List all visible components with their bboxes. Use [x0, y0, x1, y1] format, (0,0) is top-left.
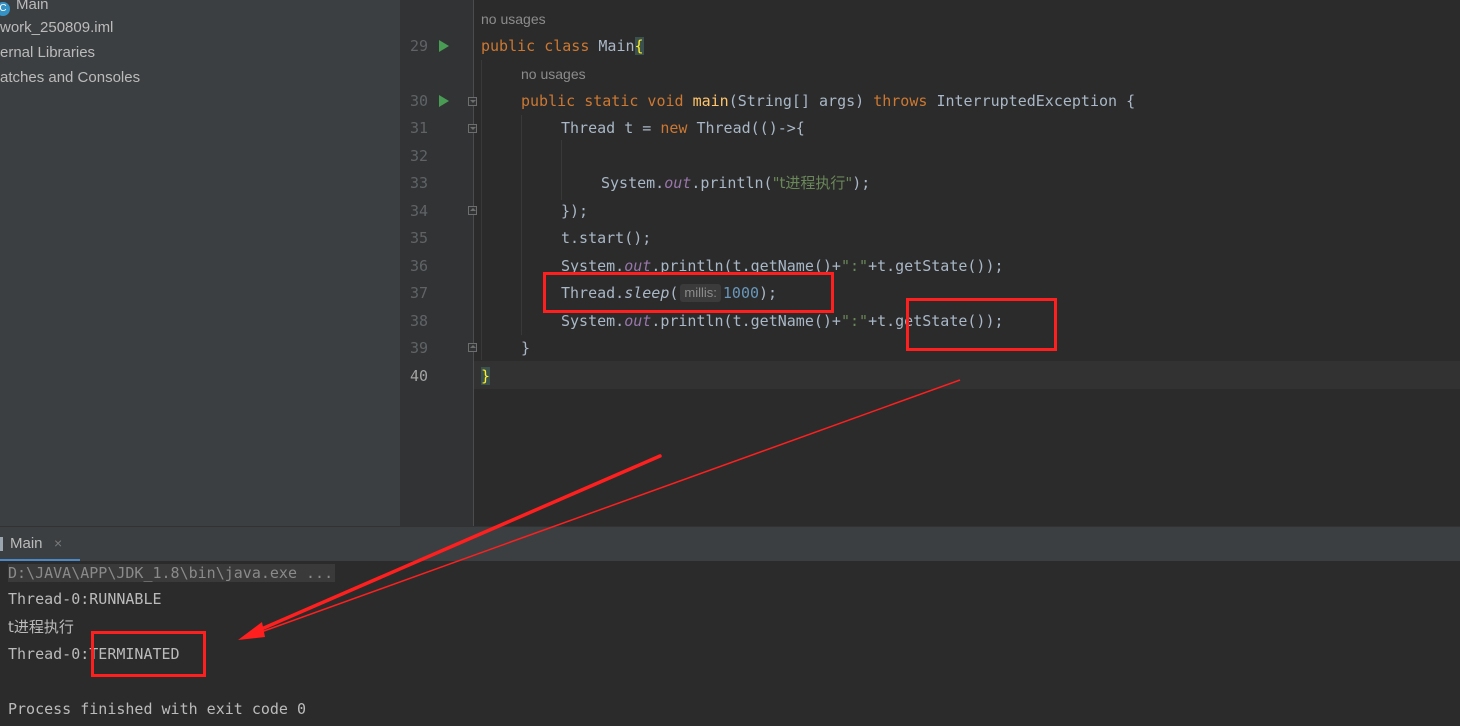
code-token: new [660, 119, 697, 137]
usages-hint[interactable]: no usages [481, 9, 546, 29]
line-number: 33 [409, 174, 428, 192]
tree-item-label: Main [16, 0, 49, 13]
fold-icon[interactable] [468, 97, 477, 106]
code-token: } [521, 339, 531, 357]
code-line-39: } [521, 337, 530, 359]
indent-guide [561, 140, 562, 200]
code-token: (String[] args) [728, 92, 874, 110]
code-token: .println( [691, 174, 773, 192]
tree-item-iml-file[interactable]: work_250809.iml [0, 17, 113, 39]
project-tree-panel: Main work_250809.iml ernal Libraries atc… [0, 0, 400, 526]
indent-guide [521, 115, 522, 335]
code-token: "t进程执行" [772, 174, 853, 192]
tree-item-label: work_250809.iml [0, 19, 114, 36]
code-token: }); [561, 202, 589, 220]
code-token: Main [598, 37, 635, 55]
run-tab-label: Main [10, 535, 43, 552]
console-command-line[interactable]: D:\JAVA\APP\JDK_1.8\bin\java.exe ... [8, 562, 336, 584]
fold-icon[interactable] [468, 343, 477, 352]
line-number: 37 [409, 284, 428, 302]
fold-icon[interactable] [468, 206, 477, 215]
java-class-icon [0, 2, 10, 16]
current-line-highlight [474, 361, 1460, 389]
code-token: InterruptedException { [936, 92, 1136, 110]
line-number: 40 [409, 367, 428, 385]
code-token: ":" [840, 257, 869, 275]
code-line-33: System.out.println("t进程执行"); [601, 172, 870, 194]
run-tool-window-header: Main × [0, 526, 1460, 562]
code-token: Thread t = [561, 119, 661, 137]
code-line-40: } [481, 365, 491, 387]
code-line-34: }); [561, 200, 588, 222]
line-number: 31 [409, 119, 428, 137]
code-token: System. [601, 174, 665, 192]
line-number: 29 [409, 37, 428, 55]
code-token: } [481, 367, 491, 385]
run-class-icon[interactable] [439, 40, 449, 52]
code-editor[interactable]: 29 30 31 32 33 34 35 36 37 38 39 40 no u… [400, 0, 1460, 526]
code-token: throws [873, 92, 937, 110]
tree-item-label: atches and Consoles [0, 69, 141, 86]
indent-guide [481, 60, 482, 360]
code-line-31: Thread t = new Thread(()->{ [561, 117, 805, 139]
run-tab-main[interactable]: Main × [0, 527, 80, 562]
tree-item-scratches-consoles[interactable]: atches and Consoles [0, 67, 140, 89]
console-output-line: Thread-0:RUNNABLE [8, 590, 162, 608]
annotation-box-terminated [91, 631, 206, 677]
line-number: 39 [409, 339, 428, 357]
code-token: Thread(()->{ [696, 119, 805, 137]
annotation-box-sleep [543, 272, 834, 313]
console-command[interactable]: D:\JAVA\APP\JDK_1.8\bin\java.exe ... [8, 564, 336, 582]
line-number: 36 [409, 257, 428, 275]
usages-hint[interactable]: no usages [521, 64, 586, 84]
code-token: out [624, 312, 652, 330]
console-output-line: t进程执行 [8, 618, 74, 636]
run-console[interactable]: D:\JAVA\APP\JDK_1.8\bin\java.exe ... Thr… [0, 561, 1460, 726]
code-token: out [664, 174, 692, 192]
console-output-prefix: Thread-0: [8, 645, 90, 663]
code-token: { [634, 37, 644, 55]
tree-item-external-libraries[interactable]: ernal Libraries [0, 42, 95, 64]
code-token: .println(t.getName()+ [651, 312, 841, 330]
code-line-35: t.start(); [561, 227, 651, 249]
line-number: 38 [409, 312, 428, 330]
close-icon[interactable]: × [54, 535, 62, 551]
fold-icon[interactable] [468, 124, 477, 133]
line-number: 34 [409, 202, 428, 220]
code-token: System. [561, 312, 625, 330]
console-exit-message: Process finished with exit code 0 [8, 700, 307, 718]
code-token: main [692, 92, 729, 110]
run-main-icon[interactable] [439, 95, 449, 107]
line-number: 35 [409, 229, 428, 247]
code-token: public static void [521, 92, 693, 110]
tree-item-label: ernal Libraries [0, 44, 96, 61]
console-icon [0, 537, 3, 551]
code-token: ); [852, 174, 871, 192]
line-number: 30 [409, 92, 428, 110]
code-token: public class [481, 37, 599, 55]
code-line-29: public class Main{ [481, 35, 644, 57]
tree-item-main-class[interactable]: Main [0, 0, 49, 16]
code-token: t.start(); [561, 229, 652, 247]
code-token: +t.getState()); [868, 257, 1004, 275]
annotation-box-getstate [906, 298, 1057, 351]
editor-gutter: 29 30 31 32 33 34 35 36 37 38 39 40 [400, 0, 477, 526]
code-line-30: public static void main(String[] args) t… [521, 90, 1135, 112]
code-token: ":" [840, 312, 869, 330]
line-number: 32 [409, 147, 428, 165]
